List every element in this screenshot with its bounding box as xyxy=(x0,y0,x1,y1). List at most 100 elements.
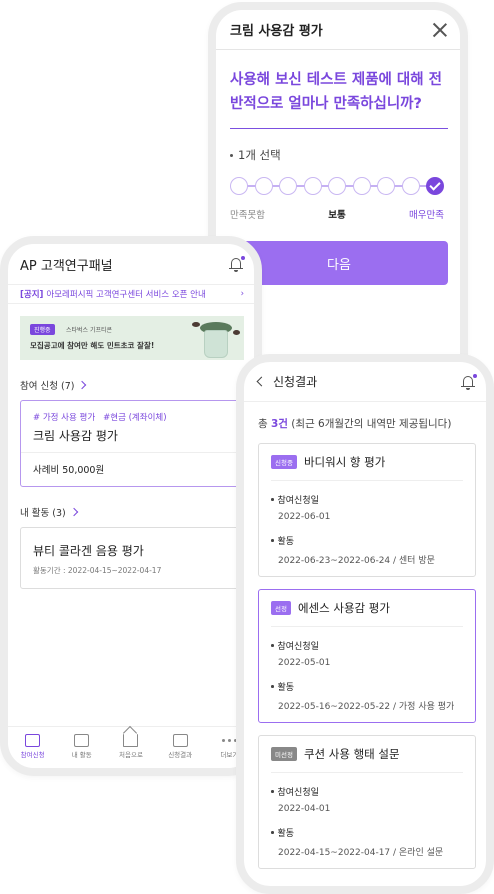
bullet-icon xyxy=(271,790,274,793)
activity-value: 2022-04-15~2022-04-17 / 온라인 설문 xyxy=(278,848,444,858)
promo-banner[interactable]: 진행중 스타벅스 기프티콘 모집공고에 참여만 해도 민트초코 잘잘! xyxy=(20,316,244,360)
bell-icon[interactable] xyxy=(460,373,477,390)
select-count: 1개 선택 xyxy=(230,147,446,163)
chevron-right-icon xyxy=(78,380,87,390)
scale-option[interactable] xyxy=(279,177,297,195)
apply-date-label: 참여신청일 xyxy=(271,785,463,798)
tab-home[interactable]: 처음으로 xyxy=(111,734,151,759)
activity-section-title[interactable]: 내 활동 (3) xyxy=(20,505,242,519)
tab-results[interactable]: 신청결과 xyxy=(160,734,200,759)
scale-label-max: 매우만족 xyxy=(409,210,444,221)
scale-option[interactable] xyxy=(230,177,248,195)
home-icon xyxy=(123,734,139,747)
result-card-title: 바디워시 향 평가 xyxy=(303,455,386,469)
choco-decoration xyxy=(192,322,200,327)
survey-header: 크림 사용감 평가 xyxy=(216,10,460,50)
apply-date-label: 참여신청일 xyxy=(271,639,463,652)
result-phone: 신청결과 총 3건 (최근 6개월간의 내역만 제공됩니다) 신청중 바디워시 … xyxy=(236,354,494,894)
activity-card[interactable]: 뷰티 콜라겐 음용 평가 활동기간 : 2022-04-15~2022-04-1… xyxy=(20,527,244,589)
tag-home-use: # 가정 사용 평가 xyxy=(33,413,96,423)
status-badge: 신청중 xyxy=(271,455,297,469)
drink-cup-body xyxy=(204,330,228,358)
scale-label-mid: 보통 xyxy=(328,210,346,221)
status-badge: 미선정 xyxy=(271,747,297,761)
result-title: 신청결과 xyxy=(273,375,318,389)
activity-label: 활동 xyxy=(271,680,463,693)
scale-option[interactable] xyxy=(328,177,346,195)
summary-prefix: 총 xyxy=(258,418,271,430)
apply-date-label-text: 참여신청일 xyxy=(277,496,319,506)
choco-decoration xyxy=(233,330,240,335)
scale-option[interactable] xyxy=(401,177,420,195)
bullet-icon xyxy=(271,831,274,834)
rating-scale xyxy=(230,175,444,197)
apply-card[interactable]: # 가정 사용 평가 #현금 (계좌이체) 크림 사용감 평가 사례비 50,0… xyxy=(20,400,244,487)
tab-results-label: 신청결과 xyxy=(168,751,193,759)
tab-apply[interactable]: 참여신청 xyxy=(13,734,53,759)
scale-label-min: 만족못함 xyxy=(230,210,265,221)
clipboard-icon xyxy=(172,734,188,747)
chevron-right-icon xyxy=(69,507,78,517)
document-icon xyxy=(74,734,90,747)
apply-section-label: 참여 신청 (7) xyxy=(20,381,75,392)
apply-date-label-text: 참여신청일 xyxy=(277,788,319,798)
result-header: 신청결과 xyxy=(244,362,486,402)
apply-date-label-text: 참여신청일 xyxy=(277,642,319,652)
back-arrow-icon[interactable] xyxy=(256,376,267,387)
activity-card-period: 활동기간 : 2022-04-15~2022-04-17 xyxy=(33,566,162,575)
scale-option[interactable] xyxy=(377,177,395,195)
result-card-selected[interactable]: 선정 에센스 사용감 평가 참여신청일 2022-05-01 활동 2022-0… xyxy=(258,589,476,723)
activity-label: 활동 xyxy=(271,826,463,839)
select-count-label: 1개 선택 xyxy=(238,148,281,162)
bullet-icon xyxy=(271,644,274,647)
result-card-title: 쿠션 사용 행태 설문 xyxy=(303,747,400,761)
scale-option-selected[interactable] xyxy=(426,177,444,195)
result-card-header: 신청중 바디워시 향 평가 xyxy=(271,454,463,481)
bell-icon[interactable] xyxy=(228,256,245,272)
close-icon[interactable] xyxy=(432,22,448,38)
result-card-header: 선정 에센스 사용감 평가 xyxy=(271,600,463,627)
scale-labels: 만족못함 보통 매우만족 xyxy=(230,207,444,221)
bullet-icon xyxy=(271,685,274,688)
tab-my-activity[interactable]: 내 활동 xyxy=(62,734,102,759)
bottom-tab-bar: 참여신청 내 활동 처음으로 신청결과 더보기 xyxy=(8,726,254,768)
scale-option[interactable] xyxy=(303,177,322,195)
notice-bar[interactable]: [공지] 아모레퍼시픽 고객연구센터 서비스 오픈 안내 › xyxy=(8,284,254,304)
activity-card-name: 뷰티 콜라겐 음용 평가 xyxy=(33,544,144,558)
tab-apply-label: 참여신청 xyxy=(20,751,45,759)
summary-count: 3건 xyxy=(271,418,288,430)
activity-value: 2022-05-16~2022-05-22 / 가정 사용 평가 xyxy=(278,702,455,712)
result-summary: 총 3건 (최근 6개월간의 내역만 제공됩니다) xyxy=(258,416,476,431)
banner-tag: 진행중 xyxy=(30,324,55,335)
apply-card-fee: 사례비 50,000원 xyxy=(33,465,105,476)
app-title: AP 고객연구패널 xyxy=(20,258,113,274)
apply-date-label: 참여신청일 xyxy=(271,493,463,506)
scale-options xyxy=(230,177,444,195)
banner-main: 모집공고에 참여만 해도 민트초코 잘잘! xyxy=(30,341,155,350)
apply-section-title[interactable]: 참여 신청 (7) xyxy=(20,378,242,392)
activity-label-text: 활동 xyxy=(277,683,295,693)
activity-label-text: 활동 xyxy=(277,537,295,547)
activity-value: 2022-06-23~2022-06-24 / 센터 방문 xyxy=(278,556,435,566)
result-card[interactable]: 신청중 바디워시 향 평가 참여신청일 2022-06-01 활동 2022-0… xyxy=(258,443,476,577)
activity-label-text: 활동 xyxy=(277,829,295,839)
survey-question: 사용해 보신 테스트 제품에 대해 전반적으로 얼마나 만족하십니까? xyxy=(230,68,448,129)
bullet-icon xyxy=(271,498,274,501)
next-button[interactable]: 다음 xyxy=(230,241,448,285)
scale-option[interactable] xyxy=(352,177,371,195)
status-badge: 선정 xyxy=(271,601,291,615)
tab-home-label: 처음으로 xyxy=(119,751,143,759)
tag-cash: #현금 (계좌이체) xyxy=(103,413,167,423)
activity-label: 활동 xyxy=(271,534,463,547)
apply-icon xyxy=(25,734,41,747)
notice-text: 아모레퍼시픽 고객연구센터 서비스 오픈 안내 xyxy=(46,290,206,300)
survey-title: 크림 사용감 평가 xyxy=(230,24,323,39)
bullet-icon xyxy=(230,153,233,157)
result-card[interactable]: 미선정 쿠션 사용 행태 설문 참여신청일 2022-04-01 활동 2022… xyxy=(258,735,476,869)
scale-option[interactable] xyxy=(254,177,273,195)
apply-date-value: 2022-04-01 xyxy=(278,804,331,814)
apply-date-value: 2022-05-01 xyxy=(278,658,331,668)
banner-sub: 스타벅스 기프티콘 xyxy=(66,327,113,334)
result-card-header: 미선정 쿠션 사용 행태 설문 xyxy=(271,746,463,773)
activity-section-label: 내 활동 (3) xyxy=(20,508,66,519)
